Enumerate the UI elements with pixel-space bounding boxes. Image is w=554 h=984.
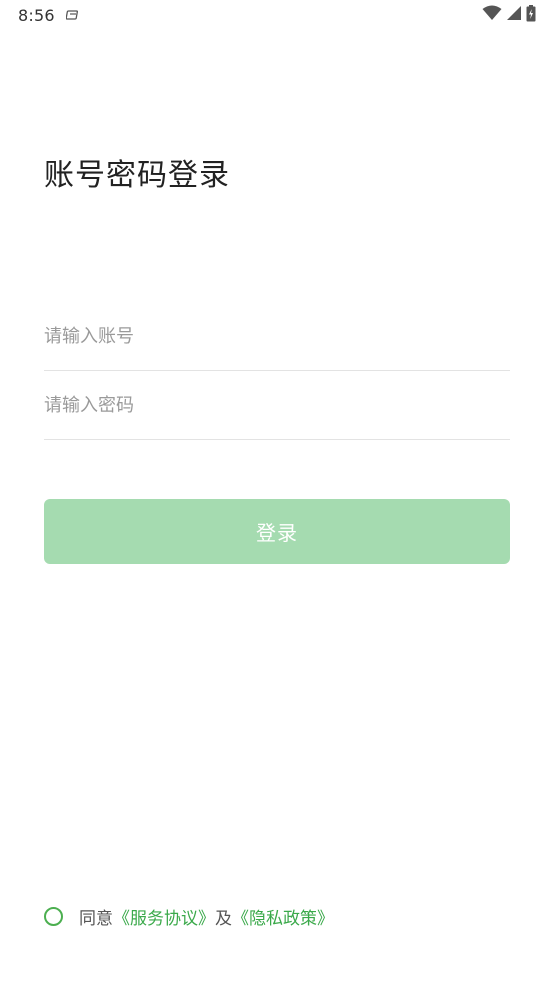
password-field-container bbox=[44, 371, 510, 440]
agreement-prefix: 同意 bbox=[79, 908, 113, 929]
notification-icon bbox=[65, 7, 80, 21]
account-input[interactable] bbox=[44, 316, 510, 356]
agree-radio-button[interactable] bbox=[44, 906, 63, 926]
battery-charging-icon bbox=[526, 4, 536, 26]
wifi-icon bbox=[482, 5, 502, 25]
status-bar: 8:56 bbox=[0, 0, 554, 30]
account-field-container bbox=[44, 302, 510, 371]
password-input[interactable] bbox=[44, 385, 510, 425]
login-button[interactable]: 登录 bbox=[44, 499, 510, 564]
page-title: 账号密码登录 bbox=[44, 158, 230, 193]
login-screen: 8:56 账号密码登录 请输入账号 登录 同意 《服务协议》 及 《隐私政策》 bbox=[0, 0, 554, 984]
agreement-conjunction: 及 bbox=[215, 908, 232, 929]
status-time: 8:56 bbox=[18, 6, 55, 25]
privacy-policy-link[interactable]: 《隐私政策》 bbox=[232, 904, 334, 929]
status-icons bbox=[482, 4, 536, 26]
agreement-row: 同意 《服务协议》 及 《隐私政策》 bbox=[44, 903, 334, 929]
service-agreement-link[interactable]: 《服务协议》 bbox=[113, 904, 215, 929]
signal-icon bbox=[506, 5, 522, 25]
